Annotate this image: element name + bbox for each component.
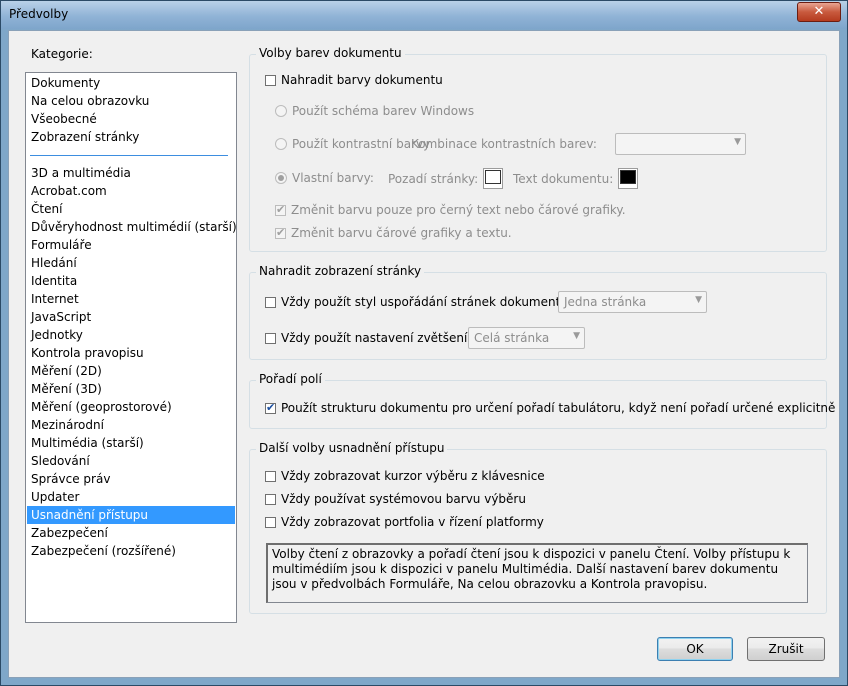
zoom-select-value: Celá stránka bbox=[474, 331, 550, 345]
tab-order-title: Pořadí polí bbox=[256, 372, 325, 386]
category-item[interactable]: Zabezpečení (rozšířené) bbox=[27, 542, 235, 560]
portfolios-row[interactable]: Vždy zobrazovat portfolia v řízení platf… bbox=[265, 515, 544, 529]
portfolios-label: Vždy zobrazovat portfolia v řízení platf… bbox=[281, 515, 544, 529]
custom-colors-radio[interactable] bbox=[275, 172, 287, 184]
category-item[interactable]: Formuláře bbox=[27, 236, 235, 254]
windows-scheme-radio[interactable] bbox=[275, 105, 287, 117]
category-divider bbox=[30, 155, 228, 156]
page-bg-label: Pozadí stránky: bbox=[388, 171, 479, 186]
high-contrast-label: Použít kontrastní barvy bbox=[292, 137, 431, 151]
category-item[interactable]: Na celou obrazovku bbox=[27, 92, 235, 110]
info-note: Volby čtení z obrazovky a pořadí čtení j… bbox=[266, 543, 808, 603]
categories-list[interactable]: Dokumenty Na celou obrazovku Všeobecné Zobr… bbox=[25, 72, 237, 623]
doc-text-row: Text dokumentu: bbox=[513, 168, 639, 189]
category-item[interactable]: Důvěryhodnost multimédií (starší) bbox=[27, 218, 237, 236]
chevron-down-icon: ▼ bbox=[573, 331, 580, 341]
window-title: Předvolby bbox=[9, 7, 69, 21]
tab-order-checkbox[interactable] bbox=[265, 401, 276, 414]
category-item[interactable]: Multimédia (starší) bbox=[27, 434, 235, 452]
layout-checkbox[interactable] bbox=[265, 296, 276, 308]
layout-row[interactable]: Vždy použít styl uspořádání stránek doku… bbox=[265, 295, 568, 309]
layout-label: Vždy použít styl uspořádání stránek doku… bbox=[281, 295, 568, 309]
only-black-row[interactable]: Změnit barvu pouze pro černý text nebo č… bbox=[275, 203, 626, 217]
page-bg-swatch bbox=[485, 170, 502, 184]
doc-text-color-button[interactable] bbox=[618, 168, 639, 189]
keyboard-cursor-checkbox[interactable] bbox=[265, 470, 276, 482]
layout-select[interactable]: Jedna stránka ▼ bbox=[558, 291, 707, 313]
custom-colors-label: Vlastní barvy: bbox=[292, 171, 374, 185]
categories-label: Kategorie: bbox=[31, 47, 93, 61]
replace-colors-row[interactable]: Nahradit barvy dokumentu bbox=[265, 73, 443, 87]
category-item[interactable]: Měření (3D) bbox=[27, 380, 235, 398]
chevron-down-icon: ▼ bbox=[734, 137, 741, 147]
layout-select-value: Jedna stránka bbox=[564, 295, 647, 309]
only-black-label: Změnit barvu pouze pro černý text nebo č… bbox=[291, 203, 626, 217]
doc-colors-title: Volby barev dokumentu bbox=[256, 46, 405, 60]
doc-text-label: Text dokumentu: bbox=[513, 171, 614, 186]
zoom-label: Vždy použít nastavení zvětšení bbox=[281, 331, 468, 345]
category-item[interactable]: Měření (geoprostorové) bbox=[27, 398, 235, 416]
contrast-combo-label: Kombinace kontrastních barev: bbox=[411, 137, 597, 151]
category-item[interactable]: Zabezpečení bbox=[27, 524, 235, 542]
high-contrast-radio[interactable] bbox=[275, 138, 287, 150]
title-bar[interactable]: Předvolby ✕ bbox=[1, 1, 847, 29]
only-black-checkbox[interactable] bbox=[275, 203, 286, 216]
ok-button[interactable]: OK bbox=[657, 637, 733, 661]
page-bg-row: Pozadí stránky: bbox=[388, 168, 504, 189]
keyboard-cursor-label: Vždy zobrazovat kurzor výběru z klávesni… bbox=[281, 469, 545, 483]
windows-scheme-label: Použít schéma barev Windows bbox=[292, 104, 475, 118]
system-color-checkbox[interactable] bbox=[265, 493, 276, 505]
category-item[interactable]: Hledání bbox=[27, 254, 235, 272]
dialog-body: Kategorie: Dokumenty Na celou obrazovku Vš… bbox=[8, 30, 840, 678]
category-item[interactable]: Čtení bbox=[27, 200, 235, 218]
category-item[interactable]: Usnadnění přístupu bbox=[27, 506, 235, 524]
high-contrast-row[interactable]: Použít kontrastní barvy bbox=[275, 137, 430, 151]
category-item[interactable]: Identita bbox=[27, 272, 235, 290]
category-item[interactable]: Dokumenty bbox=[27, 74, 235, 92]
close-button[interactable]: ✕ bbox=[797, 2, 841, 22]
chevron-down-icon: ▼ bbox=[695, 295, 702, 305]
category-item[interactable]: JavaScript bbox=[27, 308, 235, 326]
category-item[interactable]: Sledování bbox=[27, 452, 235, 470]
category-item[interactable]: Kontrola pravopisu bbox=[27, 344, 235, 362]
category-item[interactable]: Mezinárodní bbox=[27, 416, 235, 434]
preferences-dialog: Předvolby ✕ Kategorie: Dokumenty Na celou… bbox=[0, 0, 848, 686]
category-item[interactable]: Všeobecné bbox=[27, 110, 235, 128]
cancel-button[interactable]: Zrušit bbox=[747, 637, 825, 661]
category-item[interactable]: 3D a multimédia bbox=[27, 164, 235, 182]
zoom-row[interactable]: Vždy použít nastavení zvětšení bbox=[265, 331, 467, 345]
custom-colors-row[interactable]: Vlastní barvy: bbox=[275, 171, 374, 185]
zoom-select[interactable]: Celá stránka ▼ bbox=[468, 327, 585, 349]
line-art-row[interactable]: Změnit barvu čárové grafiky a textu. bbox=[275, 226, 512, 240]
other-options-title: Další volby usnadnění přístupu bbox=[256, 441, 448, 455]
line-art-label: Změnit barvu čárové grafiky a textu. bbox=[291, 226, 512, 240]
replace-colors-checkbox[interactable] bbox=[265, 74, 276, 86]
system-color-row[interactable]: Vždy používat systémovou barvu výběru bbox=[265, 492, 526, 506]
windows-scheme-row[interactable]: Použít schéma barev Windows bbox=[275, 104, 474, 118]
category-item[interactable]: Měření (2D) bbox=[27, 362, 235, 380]
system-color-label: Vždy používat systémovou barvu výběru bbox=[281, 492, 526, 506]
category-item[interactable]: Zobrazení stránky bbox=[27, 128, 235, 146]
category-item[interactable]: Internet bbox=[27, 290, 235, 308]
category-item[interactable]: Acrobat.com bbox=[27, 182, 235, 200]
zoom-checkbox[interactable] bbox=[265, 332, 276, 344]
category-item[interactable]: Updater bbox=[27, 488, 235, 506]
category-item[interactable]: Jednotky bbox=[27, 326, 235, 344]
page-display-title: Nahradit zobrazení stránky bbox=[256, 264, 425, 278]
doc-text-swatch bbox=[620, 170, 637, 184]
page-bg-color-button[interactable] bbox=[483, 168, 504, 189]
tab-order-row[interactable]: Použít strukturu dokumentu pro určení po… bbox=[265, 401, 835, 415]
line-art-checkbox[interactable] bbox=[275, 226, 286, 239]
contrast-combo-select[interactable]: ▼ bbox=[615, 133, 746, 155]
category-item[interactable]: Správce práv bbox=[27, 470, 235, 488]
replace-colors-label: Nahradit barvy dokumentu bbox=[281, 73, 443, 87]
tab-order-label: Použít strukturu dokumentu pro určení po… bbox=[281, 401, 836, 415]
portfolios-checkbox[interactable] bbox=[265, 516, 276, 528]
keyboard-cursor-row[interactable]: Vždy zobrazovat kurzor výběru z klávesni… bbox=[265, 469, 545, 483]
